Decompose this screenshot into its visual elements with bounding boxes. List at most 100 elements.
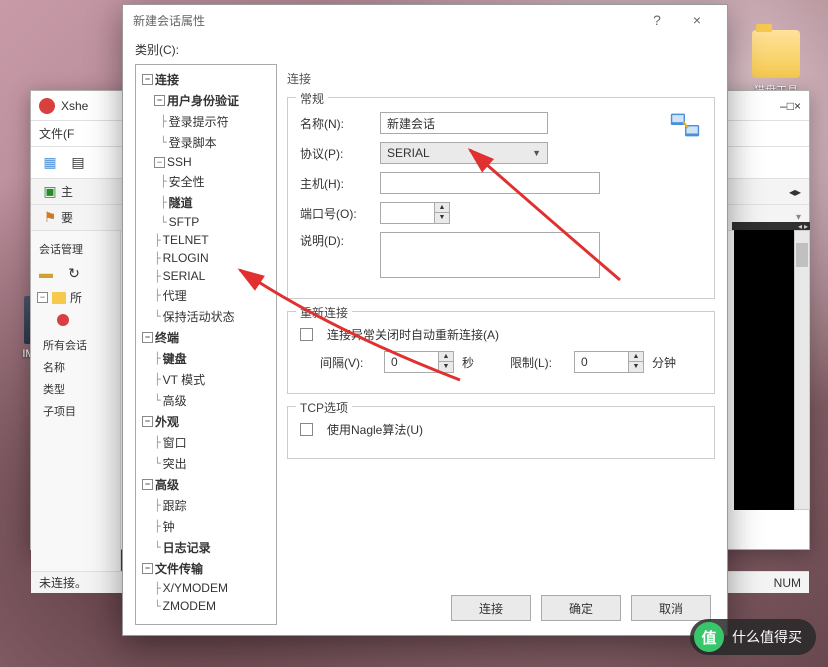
collapse-icon[interactable]: − bbox=[154, 157, 165, 168]
tree-highlight[interactable]: └ 突出 bbox=[138, 453, 274, 474]
ok-button[interactable]: 确定 bbox=[541, 595, 621, 621]
scrollbar-thumb[interactable] bbox=[796, 243, 808, 267]
collapse-icon[interactable]: − bbox=[154, 95, 165, 106]
spin-down-icon[interactable]: ▼ bbox=[439, 362, 453, 372]
tree-logging[interactable]: └ 日志记录 bbox=[138, 537, 274, 558]
flag-icon[interactable]: ⚑ bbox=[39, 207, 61, 229]
host-input[interactable] bbox=[380, 172, 600, 194]
limit-label: 限制(L): bbox=[510, 354, 566, 371]
cancel-button[interactable]: 取消 bbox=[631, 595, 711, 621]
tree-trace[interactable]: ├ 跟踪 bbox=[138, 495, 274, 516]
tree-vtmode[interactable]: ├ VT 模式 bbox=[138, 369, 274, 390]
tree-serial[interactable]: ├ SERIAL bbox=[138, 267, 274, 285]
dialog-buttons: 连接 确定 取消 bbox=[287, 583, 715, 625]
spin-down-icon[interactable]: ▼ bbox=[629, 362, 643, 372]
nagle-checkbox[interactable] bbox=[300, 423, 313, 436]
category-tree[interactable]: −连接 −用户身份验证 ├ 登录提示符 └ 登录脚本 −SSH ├ 安全性 ├ … bbox=[135, 64, 277, 625]
watermark-badge: 值 什么值得买 bbox=[690, 619, 816, 655]
tree-zmodem[interactable]: └ ZMODEM bbox=[138, 597, 274, 615]
name-input[interactable] bbox=[380, 112, 548, 134]
connect-button[interactable]: 连接 bbox=[451, 595, 531, 621]
pane-title: 连接 bbox=[287, 64, 715, 97]
collapse-icon[interactable]: − bbox=[142, 74, 153, 85]
tree-security[interactable]: ├ 安全性 bbox=[138, 171, 274, 192]
tree-keyboard[interactable]: ├ 键盘 bbox=[138, 348, 274, 369]
settings-pane: 连接 常规 名称(N): 协议(P): SERIAL ▼ bbox=[287, 64, 715, 625]
interval-input[interactable] bbox=[384, 351, 438, 373]
scrollbar[interactable] bbox=[794, 230, 810, 510]
field-label: 名称 bbox=[41, 356, 110, 378]
tree-tunnel[interactable]: ├ 隧道 bbox=[138, 192, 274, 213]
group-tcp: TCP选项 使用Nagle算法(U) bbox=[287, 406, 715, 459]
close-button[interactable]: × bbox=[794, 99, 801, 113]
tree-login-script[interactable]: └ 登录脚本 bbox=[138, 132, 274, 153]
tab-label[interactable]: 主 bbox=[61, 183, 73, 200]
tree-connection[interactable]: −连接 bbox=[138, 69, 274, 90]
tree-ssh[interactable]: −SSH bbox=[138, 153, 274, 171]
sidebar-tool-icon[interactable]: ▬ bbox=[35, 262, 57, 284]
port-spinner[interactable]: ▲▼ bbox=[380, 202, 450, 224]
status-left: 未连接。 bbox=[39, 574, 87, 591]
desc-input[interactable] bbox=[380, 232, 600, 278]
tree-rlogin[interactable]: ├ RLOGIN bbox=[138, 249, 274, 267]
category-label: 类别(C): bbox=[135, 37, 715, 64]
collapse-icon[interactable]: − bbox=[142, 416, 153, 427]
tree-bell[interactable]: ├ 钟 bbox=[138, 516, 274, 537]
minimize-button[interactable]: – bbox=[780, 99, 787, 113]
limit-spinner[interactable]: ▲▼ bbox=[574, 351, 644, 373]
tree-keepalive[interactable]: └ 保持活动状态 bbox=[138, 306, 274, 327]
port-input[interactable] bbox=[380, 202, 434, 224]
sidebar-node[interactable]: 所 bbox=[70, 289, 82, 306]
auto-reconnect-checkbox[interactable] bbox=[300, 328, 313, 341]
tree-appearance[interactable]: −外观 bbox=[138, 411, 274, 432]
xshell-title-text: Xshe bbox=[61, 99, 88, 113]
badge-text: 什么值得买 bbox=[732, 627, 802, 647]
host-label: 主机(H): bbox=[300, 175, 372, 192]
toolbar-button[interactable]: ▤ bbox=[67, 152, 89, 174]
tab-req[interactable]: 要 bbox=[61, 209, 73, 226]
tree-auth[interactable]: −用户身份验证 bbox=[138, 90, 274, 111]
server-icon: ▣ bbox=[39, 181, 61, 203]
field-label: 子项目 bbox=[41, 400, 110, 422]
collapse-icon[interactable]: − bbox=[142, 563, 153, 574]
spin-down-icon[interactable]: ▼ bbox=[435, 213, 449, 223]
menu-file[interactable]: 文件(F bbox=[39, 125, 74, 142]
desktop-icon-folder[interactable]: 猫盘工具 bbox=[742, 30, 810, 98]
dialog-titlebar[interactable]: 新建会话属性 ? × bbox=[123, 5, 727, 35]
tree-window[interactable]: ├ 窗口 bbox=[138, 432, 274, 453]
help-button[interactable]: ? bbox=[637, 5, 677, 35]
tree-advanced[interactable]: −高级 bbox=[138, 474, 274, 495]
collapse-icon[interactable]: − bbox=[142, 332, 153, 343]
spin-up-icon[interactable]: ▲ bbox=[629, 352, 643, 362]
sidebar-tool-icon[interactable]: ↻ bbox=[63, 262, 85, 284]
new-session-dialog: 新建会话属性 ? × 类别(C): −连接 −用户身份验证 ├ 登录提示符 └ … bbox=[122, 4, 728, 636]
tree-terminal[interactable]: −终端 bbox=[138, 327, 274, 348]
chevron-down-icon: ▼ bbox=[532, 148, 541, 158]
tree-login-prompt[interactable]: ├ 登录提示符 bbox=[138, 111, 274, 132]
sidebar-header: 会话管理 bbox=[35, 237, 116, 261]
protocol-label: 协议(P): bbox=[300, 145, 372, 162]
spin-up-icon[interactable]: ▲ bbox=[439, 352, 453, 362]
session-icon bbox=[57, 314, 69, 326]
spin-up-icon[interactable]: ▲ bbox=[435, 203, 449, 213]
limit-input[interactable] bbox=[574, 351, 628, 373]
collapse-icon[interactable]: − bbox=[142, 479, 153, 490]
collapse-icon[interactable]: − bbox=[37, 292, 48, 303]
new-tab-icon[interactable]: ▦ bbox=[39, 152, 61, 174]
tree-filetransfer[interactable]: −文件传输 bbox=[138, 558, 274, 579]
timeline-scrubber[interactable]: ◂▸ bbox=[732, 222, 810, 230]
nagle-label: 使用Nagle算法(U) bbox=[327, 421, 423, 438]
tree-sftp[interactable]: └ SFTP bbox=[138, 213, 274, 231]
dialog-title-text: 新建会话属性 bbox=[133, 12, 637, 29]
protocol-select[interactable]: SERIAL ▼ bbox=[380, 142, 548, 164]
nav-right-icon[interactable]: ▸ bbox=[795, 185, 801, 199]
tree-xymodem[interactable]: ├ X/YMODEM bbox=[138, 579, 274, 597]
maximize-button[interactable]: □ bbox=[787, 99, 794, 113]
close-button[interactable]: × bbox=[677, 5, 717, 35]
tree-proxy[interactable]: ├ 代理 bbox=[138, 285, 274, 306]
protocol-value: SERIAL bbox=[387, 146, 430, 160]
tree-telnet[interactable]: ├ TELNET bbox=[138, 231, 274, 249]
terminal-viewport[interactable] bbox=[734, 230, 794, 510]
interval-spinner[interactable]: ▲▼ bbox=[384, 351, 454, 373]
tree-advanced-terminal[interactable]: └ 高级 bbox=[138, 390, 274, 411]
